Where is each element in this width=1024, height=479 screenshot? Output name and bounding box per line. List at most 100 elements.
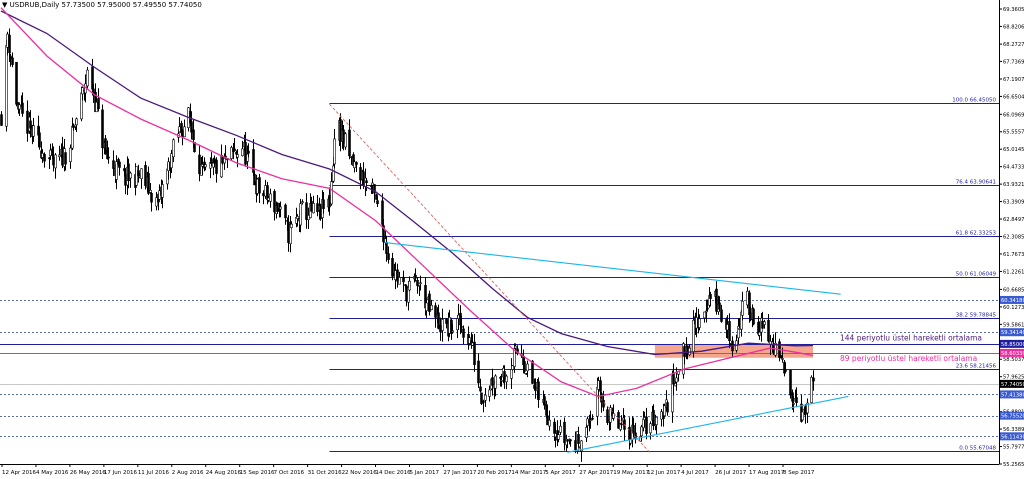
candle-body: [591, 417, 594, 420]
candle-body: [672, 373, 675, 385]
candle-body: [104, 138, 107, 155]
candle-body: [322, 199, 325, 209]
candle-body: [789, 370, 792, 396]
x-tick-label: 17 Aug 2017: [749, 470, 785, 476]
y-tick-label: 55.25650: [1003, 462, 1024, 468]
candle-body: [86, 69, 89, 87]
x-tick-label: 7 Oct 2016: [274, 470, 305, 476]
candle-body: [784, 369, 787, 372]
candle-body: [215, 159, 218, 174]
price-box-label: 57.41380: [1001, 392, 1024, 398]
candle-body: [144, 165, 147, 186]
candle-body: [38, 132, 41, 148]
x-tick-label: 26 Jul 2017: [715, 470, 747, 476]
y-tick-label: 61.76730: [1003, 252, 1024, 258]
candle-body: [118, 161, 121, 168]
candle-body: [526, 363, 529, 372]
candle-body: [649, 423, 652, 434]
candle-body: [801, 411, 804, 421]
price-box-label: 56.75520: [1001, 414, 1024, 420]
candle-body: [183, 126, 186, 138]
candle-body: [640, 426, 643, 437]
x-tick-label: 24 Aug 2016: [206, 470, 242, 476]
y-tick-label: 69.36050: [1003, 7, 1024, 13]
candle-body: [692, 319, 695, 353]
candle-body: [107, 156, 110, 159]
y-tick-label: 60.12730: [1003, 305, 1024, 311]
candle-body: [253, 173, 256, 186]
candle-body: [192, 129, 195, 140]
candle-body: [330, 181, 333, 205]
candle-body: [198, 154, 201, 174]
candle-body: [21, 102, 24, 114]
candle-body: [172, 139, 175, 158]
candle-body: [812, 377, 815, 382]
candle-body: [64, 152, 67, 165]
candle-body: [758, 331, 761, 336]
y-tick-label: 61.22610: [1003, 269, 1024, 275]
y-tick-label: 68.82060: [1003, 24, 1024, 30]
candle-body: [703, 311, 706, 319]
x-tick-label: 27 Apr 2017: [579, 470, 614, 476]
candle-body: [460, 326, 463, 328]
x-tick-label: 19 May 2017: [613, 470, 649, 476]
candle-body: [333, 138, 336, 165]
y-tick-label: 67.73690: [1003, 59, 1024, 65]
candle-body: [8, 34, 11, 54]
candle-body: [706, 307, 709, 310]
y-tick-label: 62.84970: [1003, 217, 1024, 223]
candle-body: [204, 164, 207, 168]
candle-body: [127, 163, 130, 182]
price-box-label: 57.74050: [1001, 382, 1024, 388]
candle-body: [569, 439, 572, 442]
price-box-label: 60.34180: [1001, 298, 1024, 304]
candle-body: [484, 394, 487, 401]
candle-body: [414, 274, 417, 279]
candle-body: [419, 282, 422, 285]
candle-body: [5, 45, 8, 127]
candle-body: [284, 204, 287, 219]
x-tick-label: 26 May 2016: [70, 470, 106, 476]
x-tick-label: 2 Aug 2016: [172, 470, 204, 476]
candle-body: [479, 386, 482, 392]
x-tick-label: 27 Jan 2017: [443, 470, 476, 476]
candle-body: [69, 147, 72, 162]
y-tick-label: 65.01450: [1003, 147, 1024, 153]
candle-body: [241, 148, 244, 157]
candle-body: [72, 125, 75, 128]
candle-body: [221, 155, 224, 164]
fib-level-label: 23.6 58.21456: [956, 364, 997, 370]
candle-body: [332, 165, 335, 182]
y-tick-label: 66.65045: [1003, 94, 1024, 100]
candle-body: [408, 280, 411, 291]
candle-body: [115, 161, 118, 180]
candle-body: [645, 416, 648, 434]
candle-body: [398, 277, 401, 285]
candle-body: [430, 305, 433, 310]
y-tick-label: 63.39090: [1003, 200, 1024, 206]
candle-body: [213, 158, 216, 164]
candle-body: [752, 308, 755, 325]
x-tick-label: 14 Mar 2017: [511, 470, 546, 476]
candle-body: [781, 358, 784, 360]
x-tick-label: 12 Apr 2016: [2, 470, 37, 476]
y-tick-label: 55.79770: [1003, 445, 1024, 451]
levels-layer: [0, 103, 999, 452]
fib-level-label: 100.0 66.45050: [952, 98, 996, 104]
candle-body: [75, 118, 78, 126]
x-tick-label: 5 Jan 2017: [409, 470, 439, 476]
fib-level-label: 38.2 59.78845: [956, 313, 997, 319]
candle-body: [161, 184, 164, 198]
candle-body: [494, 375, 497, 389]
candle-body: [129, 172, 132, 179]
candle-body: [112, 160, 115, 169]
x-tick-label: 11 Jul 2016: [138, 470, 170, 476]
candle-body: [247, 150, 250, 154]
y-tick-label: 60.66850: [1003, 287, 1024, 293]
price-chart[interactable]: 100.0 66.45050 76.4 63.90641 61.8 62.33253…: [0, 0, 1024, 479]
y-tick-label: 59.58610: [1003, 322, 1024, 328]
candle-body: [365, 180, 368, 184]
candle-body: [32, 125, 35, 137]
candle-body: [505, 375, 508, 383]
candle-body: [155, 197, 158, 207]
